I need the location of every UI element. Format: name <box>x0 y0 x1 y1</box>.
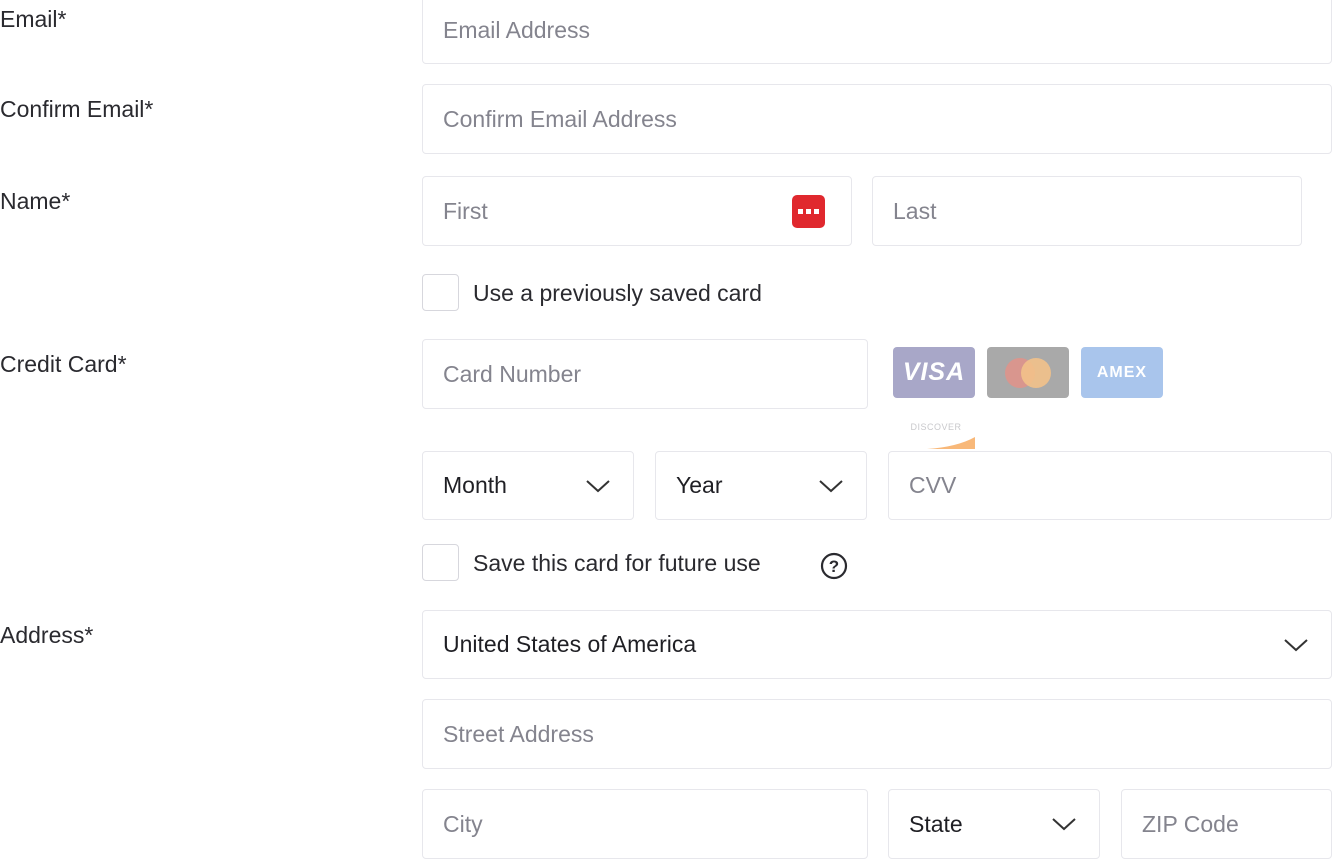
email-placeholder: Email Address <box>443 16 591 43</box>
address-label: Address* <box>0 622 94 648</box>
saved-card-label[interactable]: Use a previously saved card <box>473 280 762 307</box>
month-select[interactable]: Month <box>422 451 634 520</box>
help-icon[interactable]: ? <box>819 551 849 581</box>
card-number-input[interactable]: Card Number <box>422 339 868 409</box>
country-value: United States of America <box>443 631 697 657</box>
email-input[interactable]: Email Address <box>422 0 1332 64</box>
confirm-email-label: Confirm Email* <box>0 96 154 122</box>
year-select[interactable]: Year <box>655 451 867 520</box>
amex-logo: AMEX <box>1081 347 1163 398</box>
confirm-email-placeholder: Confirm Email Address <box>443 105 677 132</box>
svg-text:?: ? <box>829 557 839 576</box>
year-value: Year <box>676 472 723 498</box>
last-name-input[interactable]: Last <box>872 176 1302 246</box>
chevron-down-icon <box>586 479 610 492</box>
first-name-placeholder: First <box>443 197 488 224</box>
last-name-placeholder: Last <box>893 197 937 224</box>
email-label: Email* <box>0 6 67 32</box>
card-number-placeholder: Card Number <box>443 360 582 387</box>
mastercard-logo <box>987 347 1069 398</box>
country-select[interactable]: United States of America <box>422 610 1332 679</box>
chevron-down-icon <box>819 479 843 492</box>
cvv-placeholder: CVV <box>909 472 957 498</box>
first-name-input[interactable]: First <box>422 176 852 246</box>
name-label: Name* <box>0 188 71 214</box>
chevron-down-icon <box>1284 638 1308 651</box>
month-value: Month <box>443 472 507 498</box>
confirm-email-input[interactable]: Confirm Email Address <box>422 84 1332 154</box>
discover-logo: DISCOVER <box>897 404 975 449</box>
city-placeholder: City <box>443 810 483 837</box>
street-address-placeholder: Street Address <box>443 720 594 747</box>
password-manager-icon[interactable] <box>792 194 825 228</box>
visa-logo: VISA <box>893 347 975 398</box>
credit-card-label: Credit Card* <box>0 351 127 377</box>
cvv-input[interactable]: CVV <box>888 451 1332 520</box>
chevron-down-icon <box>1052 818 1076 831</box>
street-address-input[interactable]: Street Address <box>422 699 1332 769</box>
state-select[interactable]: State <box>888 789 1100 859</box>
save-card-label[interactable]: Save this card for future use <box>473 550 761 577</box>
zip-code-input[interactable]: ZIP Code <box>1121 789 1332 859</box>
saved-card-checkbox[interactable] <box>422 274 459 311</box>
save-card-checkbox[interactable] <box>422 544 459 581</box>
city-input[interactable]: City <box>422 789 868 859</box>
state-value: State <box>909 810 963 837</box>
zip-code-placeholder: ZIP Code <box>1142 810 1239 837</box>
